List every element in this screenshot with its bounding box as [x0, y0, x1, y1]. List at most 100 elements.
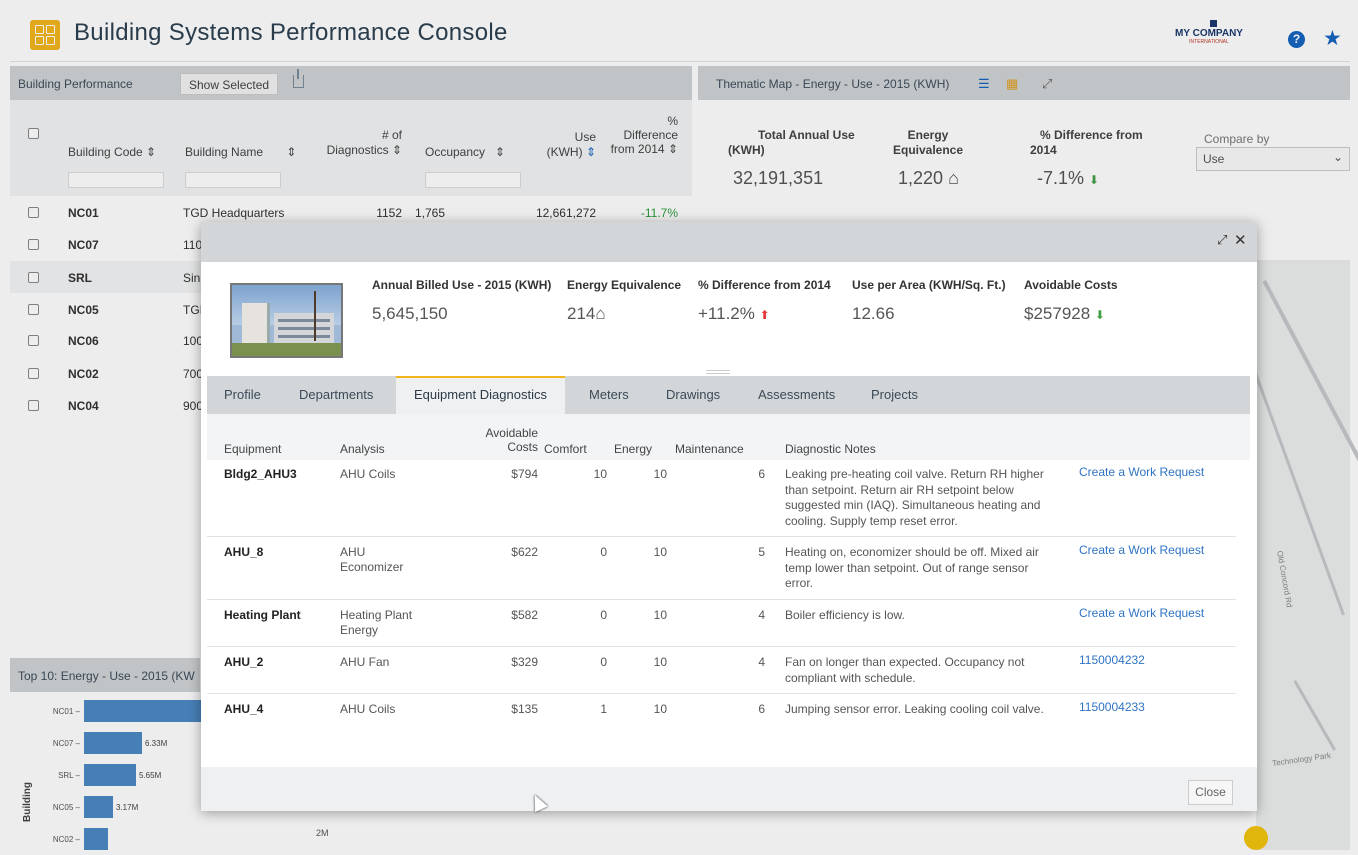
table-row: AHU_2 AHU Fan $329 0 10 4 Fan on longer … [207, 648, 1236, 694]
filter-building-name[interactable] [185, 172, 281, 188]
cell-equipment: AHU_8 [224, 545, 264, 559]
col-difference-label-1: % [667, 114, 678, 128]
tab-departments[interactable]: Departments [299, 376, 373, 414]
grid-view-icon[interactable]: ▦ [1006, 76, 1018, 92]
row-code: NC02 [68, 367, 99, 381]
col-difference-label-2: Difference [623, 128, 678, 142]
create-work-request-link[interactable]: Create a Work Request [1079, 543, 1204, 557]
row-diff: -11.7% [640, 206, 678, 220]
tab-equipment-diagnostics[interactable]: Equipment Diagnostics [396, 376, 565, 414]
col-occupancy[interactable]: Occupancy ⇕ [425, 145, 505, 159]
company-logo-mark [1210, 20, 1217, 27]
expand-icon[interactable]: ⤢ [1042, 76, 1052, 92]
table-row: Bldg2_AHU3 AHU Coils $794 10 10 6 Leakin… [207, 460, 1236, 537]
top10-axis-label: Building [22, 782, 33, 822]
cell-analysis: AHU Economizer [340, 545, 404, 574]
row-checkbox[interactable] [28, 304, 39, 315]
row-name: 110 [183, 238, 203, 252]
select-all-checkbox[interactable] [28, 128, 39, 139]
filter-building-code[interactable] [68, 172, 164, 188]
cell-equipment: AHU_2 [224, 655, 264, 669]
resize-handle[interactable] [706, 370, 730, 374]
tab-meters[interactable]: Meters [589, 376, 629, 414]
help-icon[interactable]: ? [1288, 31, 1305, 48]
row-checkbox[interactable] [28, 400, 39, 411]
kpi-energy-equivalence-number: 214 [567, 304, 596, 323]
table-row: AHU_8 AHU Economizer $622 0 10 5 Heating… [207, 538, 1236, 600]
close-button[interactable]: Close [1188, 780, 1233, 805]
col-occupancy-label: Occupancy [425, 145, 486, 159]
map-label-park: Technology Park [1271, 750, 1332, 769]
col-use[interactable]: Use (KWH) ⇕ [540, 130, 596, 160]
row-name: Sin [183, 271, 201, 285]
col-building-name-label: Building Name [185, 145, 264, 159]
col-equipment: Equipment [224, 442, 282, 456]
tab-profile[interactable]: Profile [224, 376, 261, 414]
cell-comfort: 10 [593, 467, 607, 481]
work-request-id-link[interactable]: 1150004232 [1079, 653, 1145, 667]
cell-notes: Fan on longer than expected. Occupancy n… [785, 655, 1025, 685]
company-name: MY COMPANY [1175, 28, 1243, 39]
top10-bar[interactable] [84, 764, 136, 786]
map-marker[interactable] [1244, 826, 1268, 850]
list-view-icon[interactable]: ☰ [978, 76, 990, 92]
row-checkbox[interactable] [28, 239, 39, 250]
house-icon: ⌂ [948, 168, 959, 188]
maximize-icon[interactable]: ⤢ [1217, 232, 1227, 248]
filter-occupancy[interactable] [425, 172, 521, 188]
tab-bar: Profile Departments Equipment Diagnostic… [207, 376, 1250, 414]
top10-bar[interactable] [84, 828, 108, 850]
arrow-up-icon: ⬆ [759, 308, 770, 322]
row-checkbox[interactable] [28, 335, 39, 346]
col-use-label-2: (KWH) [546, 145, 583, 159]
tm-kpi-total-use-value: 32,191,351 [733, 168, 824, 188]
show-selected-button[interactable]: Show Selected [180, 73, 279, 95]
tm-kpi-total-use-label: Total Annual Use (KWH) [728, 128, 855, 158]
building-table-header: Building Code ⇕ Building Name ⇕ # of Diag… [10, 100, 692, 196]
compare-by-select[interactable]: Use [1196, 147, 1350, 171]
top10-bar[interactable] [84, 732, 142, 754]
top10-chart: Building NC01 – NC07 – 6.33M SRL – 5.65M NC05… [10, 692, 204, 850]
col-building-name[interactable]: Building Name ⇕ [185, 145, 296, 159]
tm-kpi-diff-label: % Difference from 2014 [1030, 128, 1143, 158]
tab-projects[interactable]: Projects [871, 376, 918, 414]
thematic-map-title: Thematic Map - Energy - Use - 2015 (KWH) [716, 77, 950, 91]
top10-bar[interactable] [84, 796, 113, 818]
top10-bar[interactable] [84, 700, 204, 722]
cell-comfort: 1 [600, 702, 607, 716]
row-occupancy: 1,765 [415, 206, 446, 220]
create-work-request-link[interactable]: Create a Work Request [1079, 465, 1204, 479]
building-performance-title: Building Performance [18, 77, 133, 91]
export-icon[interactable] [293, 69, 304, 88]
close-icon[interactable]: ✕ [1234, 231, 1247, 249]
row-code: SRL [68, 271, 92, 285]
col-building-code[interactable]: Building Code ⇕ [68, 145, 156, 159]
col-analysis: Analysis [340, 442, 385, 456]
row-checkbox[interactable] [28, 368, 39, 379]
kpi-energy-equivalence-label: Energy Equivalence [567, 278, 682, 292]
favorite-star-icon[interactable]: ★ [1323, 26, 1342, 51]
compare-by-label: Compare by [1204, 132, 1270, 146]
cell-comfort: 0 [600, 608, 607, 622]
map-road [1262, 280, 1358, 477]
create-work-request-link[interactable]: Create a Work Request [1079, 606, 1204, 620]
row-checkbox[interactable] [28, 272, 39, 283]
work-request-id-link[interactable]: 1150004233 [1079, 700, 1145, 714]
tab-assessments[interactable]: Assessments [758, 376, 835, 414]
tab-drawings[interactable]: Drawings [666, 376, 720, 414]
app-logo-icon[interactable] [30, 20, 60, 50]
map-view[interactable]: Old Concord Rd Technology Park [1244, 260, 1358, 850]
cell-maintenance: 6 [758, 467, 765, 481]
tm-kpi-energy-label: Energy Equivalence [888, 128, 968, 158]
col-diagnostics[interactable]: # of Diagnostics ⇕ [322, 128, 402, 158]
map-road [1293, 680, 1336, 751]
building-performance-toolbar: Building Performance Show Selected [10, 66, 692, 100]
col-difference[interactable]: % Difference from 2014 ⇕ [602, 114, 678, 156]
cell-avoidable-cost: $135 [511, 702, 538, 716]
cell-avoidable-cost: $329 [511, 655, 538, 669]
row-checkbox[interactable] [28, 207, 39, 218]
col-avoidable-costs-label-2: Costs [507, 440, 538, 454]
arrow-down-icon: ⬇ [1094, 308, 1105, 322]
cell-avoidable-cost: $794 [511, 467, 538, 481]
top10-bar-label: SRL – [58, 771, 80, 780]
